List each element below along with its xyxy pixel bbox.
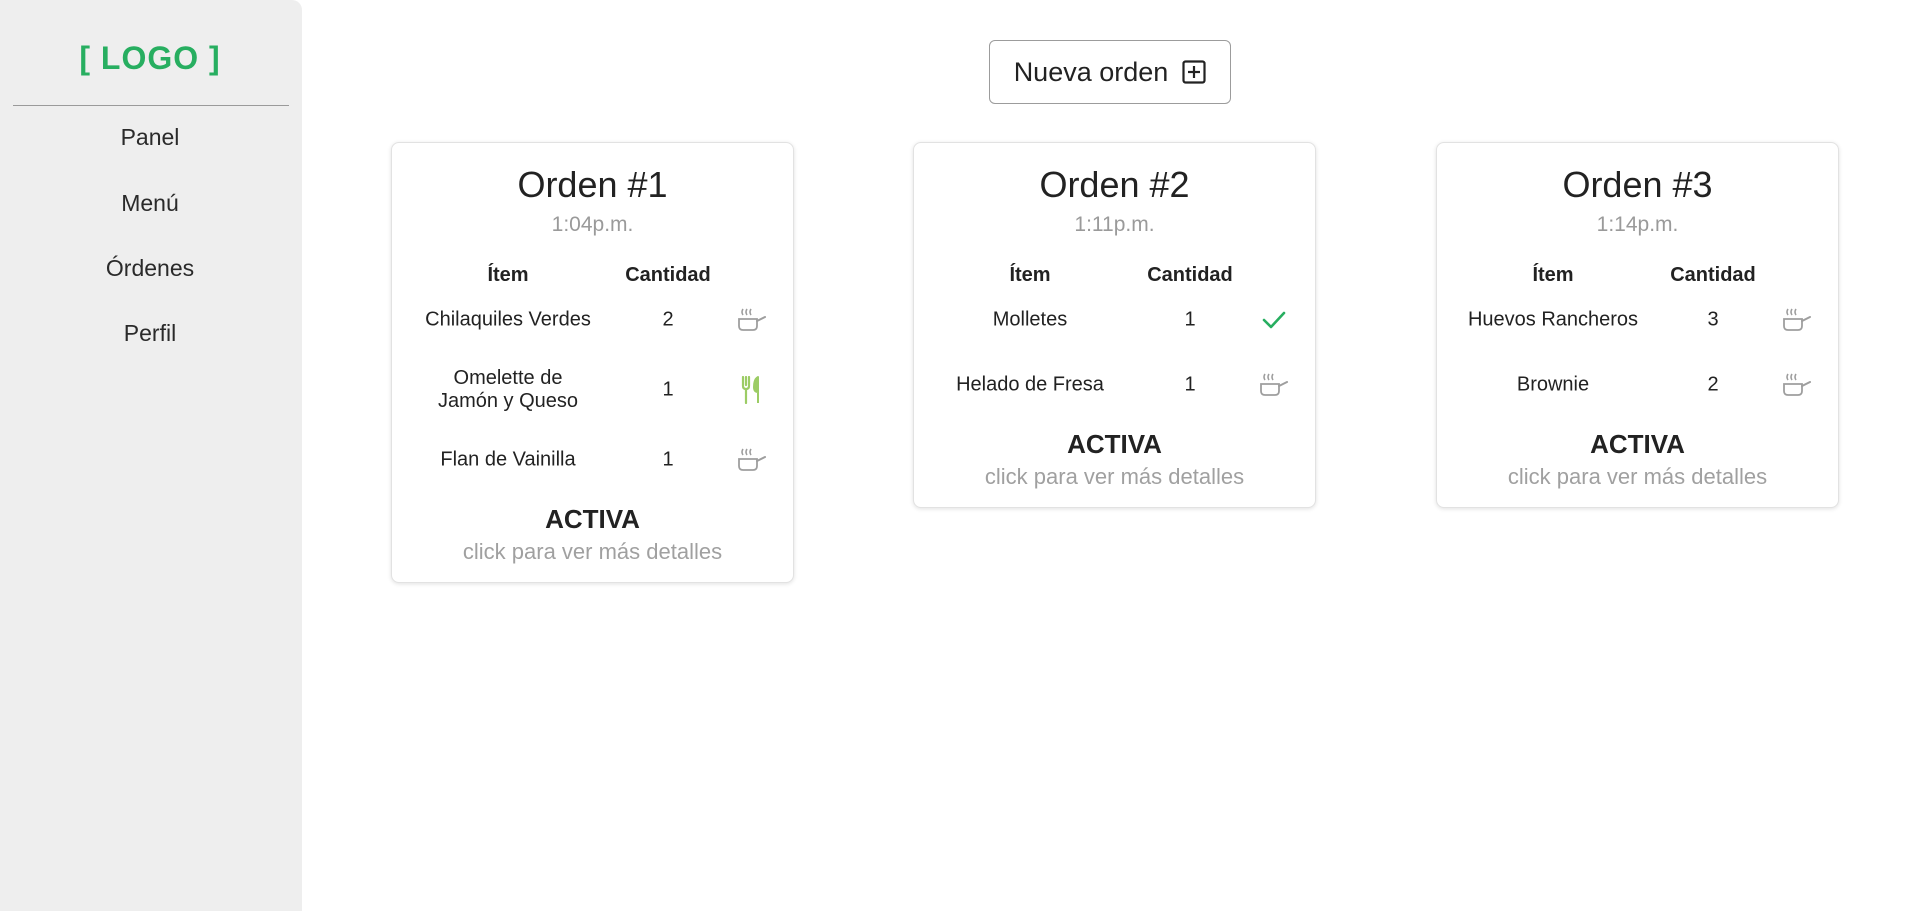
- item-name: Helado de Fresa: [956, 373, 1104, 395]
- sidebar-item-orders[interactable]: Órdenes: [0, 255, 300, 282]
- order-item-row: Huevos Rancheros 3: [1437, 287, 1838, 352]
- column-header-item: Ítem: [1532, 264, 1574, 286]
- column-header-item: Ítem: [1009, 264, 1051, 286]
- sidebar: [ LOGO ] Panel Menú Órdenes Perfil: [0, 0, 302, 911]
- order-time: 1:11p.m.: [1074, 213, 1155, 236]
- order-time: 1:14p.m.: [1596, 213, 1679, 236]
- order-card[interactable]: Orden #2 1:11p.m. Ítem Cantidad Molletes 1 He…: [913, 142, 1316, 508]
- new-order-button[interactable]: Nueva orden: [989, 40, 1231, 104]
- sidebar-divider: [13, 105, 289, 106]
- utensils-icon: [734, 375, 770, 404]
- plus-square-icon: [1182, 60, 1206, 84]
- cooking-pan-icon: [734, 306, 770, 334]
- column-header-quantity: Cantidad: [1147, 264, 1233, 286]
- item-quantity: 3: [1707, 308, 1719, 330]
- order-title: Orden #1: [517, 164, 668, 205]
- cooking-pan-icon: [1779, 371, 1815, 399]
- new-order-label: Nueva orden: [1013, 56, 1169, 87]
- logo: [ LOGO ]: [79, 40, 221, 76]
- order-card[interactable]: Orden #1 1:04p.m. Ítem Cantidad Chilaquiles …: [391, 142, 794, 583]
- column-header-item: Ítem: [487, 264, 529, 286]
- order-details-hint: click para ver más detalles: [984, 464, 1245, 489]
- order-time: 1:04p.m.: [551, 213, 634, 236]
- order-status: ACTIVA: [1067, 429, 1162, 459]
- order-item-row: Omelette de Jamón y Queso 1: [392, 352, 793, 427]
- order-title: Orden #3: [1562, 164, 1713, 205]
- order-status: ACTIVA: [1590, 429, 1685, 459]
- item-quantity: 2: [1707, 373, 1719, 395]
- item-quantity: 2: [662, 308, 674, 330]
- column-header-quantity: Cantidad: [625, 264, 711, 286]
- item-quantity: 1: [662, 448, 674, 470]
- cooking-pan-icon: [1256, 371, 1292, 399]
- sidebar-item-profile[interactable]: Perfil: [0, 320, 300, 347]
- order-title: Orden #2: [1039, 164, 1190, 205]
- item-name: Huevos Rancheros: [1467, 308, 1639, 330]
- order-details-hint: click para ver más detalles: [1507, 464, 1768, 489]
- cooking-pan-icon: [1779, 306, 1815, 334]
- sidebar-item-menu[interactable]: Menú: [0, 190, 300, 217]
- sidebar-item-panel[interactable]: Panel: [0, 124, 300, 151]
- item-name: Omelette de Jamón y Queso: [437, 366, 579, 412]
- item-quantity: 1: [1184, 308, 1196, 330]
- order-item-row: Flan de Vainilla 1: [392, 427, 793, 492]
- cooking-pan-icon: [734, 446, 770, 474]
- item-quantity: 1: [1184, 373, 1196, 395]
- checkmark-icon: [1256, 306, 1292, 334]
- item-name: Brownie: [1516, 373, 1590, 395]
- column-header-quantity: Cantidad: [1670, 264, 1756, 286]
- order-item-row: Chilaquiles Verdes 2: [392, 287, 793, 352]
- item-name: Molletes: [992, 308, 1068, 330]
- order-details-hint: click para ver más detalles: [462, 539, 723, 564]
- order-card[interactable]: Orden #3 1:14p.m. Ítem Cantidad Huevos Ranch…: [1436, 142, 1839, 508]
- item-name: Chilaquiles Verdes: [425, 308, 591, 330]
- item-name: Flan de Vainilla: [440, 448, 576, 470]
- item-quantity: 1: [662, 378, 674, 400]
- order-item-row: Brownie 2: [1437, 352, 1838, 417]
- order-status: ACTIVA: [545, 504, 640, 534]
- order-item-row: Helado de Fresa 1: [914, 352, 1315, 417]
- order-item-row: Molletes 1: [914, 287, 1315, 352]
